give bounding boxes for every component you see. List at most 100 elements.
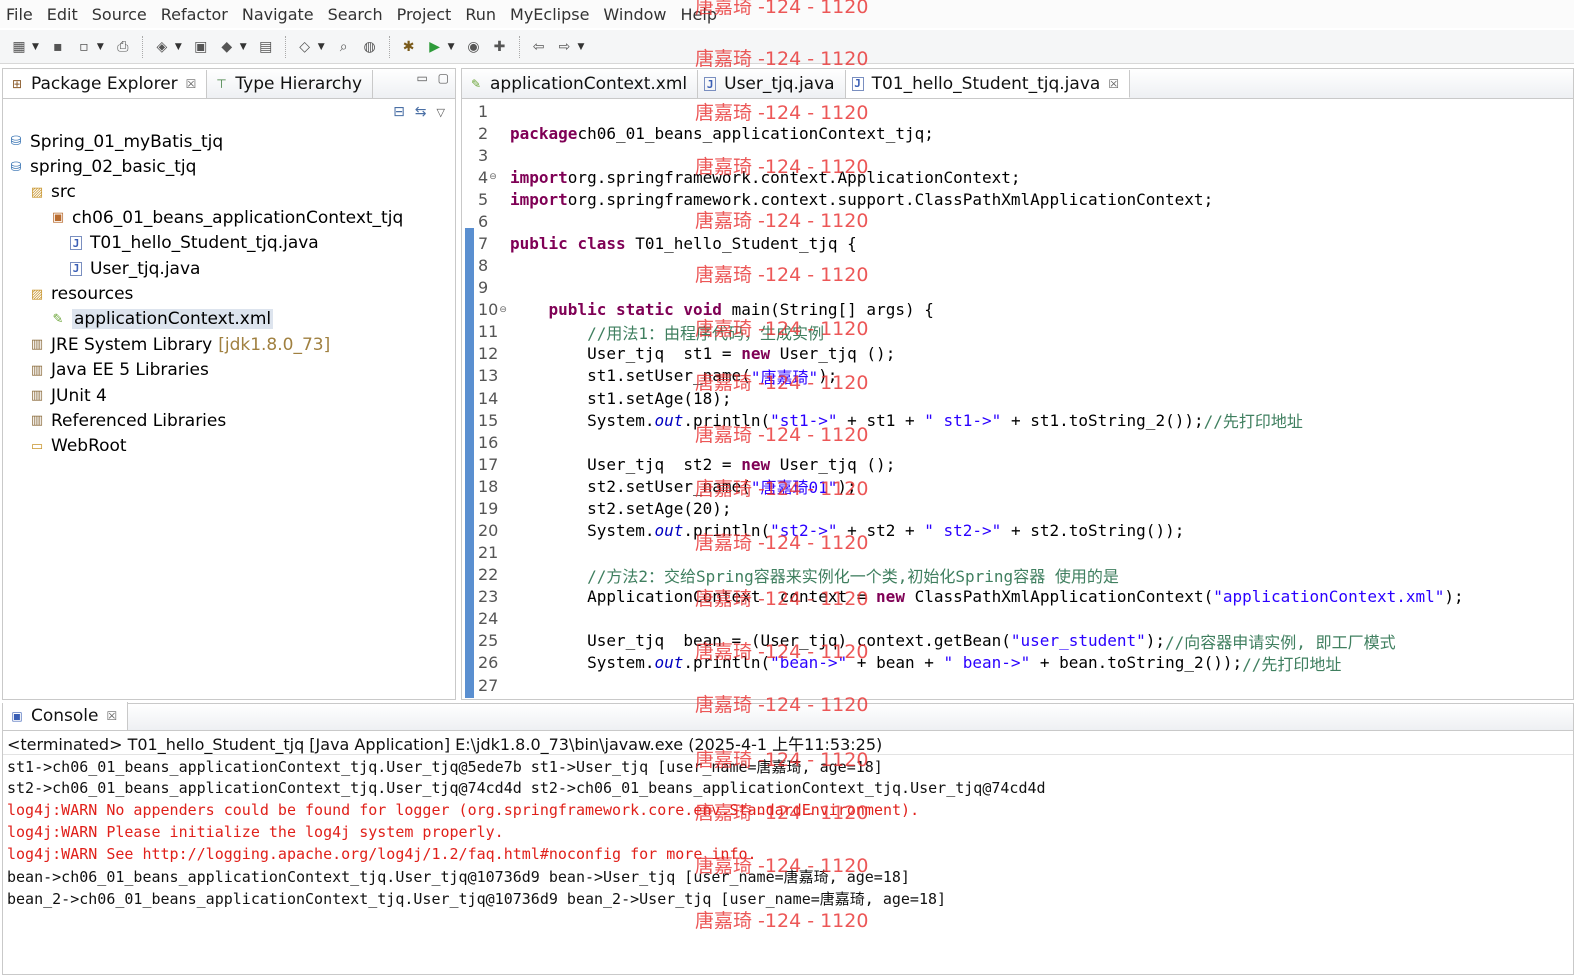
tree-item[interactable]: J User_tjq.java [3,256,455,281]
dropdown-arrow-icon[interactable]: ▼ [448,42,455,52]
tree-item[interactable]: ▨ src [3,180,455,205]
line-number: 1 [476,100,510,122]
tree-item[interactable]: ▨ resources [3,281,455,306]
tree-item[interactable]: ⛁ Spring_01_myBatis_tjq [3,129,455,154]
new-icon[interactable]: ▦ [9,37,29,57]
close-icon[interactable]: ☒ [186,77,197,91]
line-number-text: 8 [478,256,489,276]
console-line: st1->ch06_01_beans_applicationContext_tj… [7,757,883,776]
run-icon[interactable]: ▶ [425,37,445,57]
tree-item[interactable]: ✎ applicationContext.xml [3,307,455,332]
tree-item[interactable]: ▥ JRE System Library [jdk1.8.0_73] [3,332,455,357]
tab-package-explorer[interactable]: ⊞ Package Explorer ☒ [3,70,208,98]
folder-icon: ▭ [30,438,44,454]
line-number: 5 [476,188,510,210]
save-all-icon[interactable]: ▫ [74,37,94,57]
line-number-text: 22 [478,565,499,585]
code-area[interactable]: 1 2 3 4 ⊖ 5 6 7 8 9 10 ⊖ 11 12 13 14 15 16 17 18 19 20 21 22 23 2… [462,100,1573,699]
tree-item[interactable]: ▥ Referenced Libraries [3,408,455,433]
close-icon[interactable]: ☒ [1108,77,1119,91]
dropdown-arrow-icon[interactable]: ▼ [578,42,585,52]
code-line: ApplicationContext context = new ClassPa… [510,586,1573,608]
line-number: 14 [476,387,510,409]
menu-bar: File Edit Source Refactor Navigate Search Proj… [0,0,1574,28]
keyword: new [876,587,905,607]
package-icon[interactable]: ▣ [191,37,211,57]
console-output[interactable]: st1->ch06_01_beans_applicationContext_tj… [3,755,1573,909]
tab-label: Console [31,706,99,726]
tab-console[interactable]: ▣ Console ☒ [3,702,129,730]
server-icon[interactable]: ▤ [256,37,276,57]
code-token: org.springframework.context.ApplicationC… [567,167,1021,187]
keyword: class [577,234,626,253]
fold-toggle-icon[interactable]: ⊖ [489,172,497,182]
menu-window[interactable]: Window [603,5,666,24]
menu-project[interactable]: Project [397,5,452,24]
menu-search[interactable]: Search [328,5,383,24]
search-icon[interactable]: ⌕ [334,37,354,57]
line-number: 25 [476,630,510,652]
project-tree: ⛁ Spring_01_myBatis_tjq ⛁ spring_02_basic_t… [3,125,455,459]
dropdown-arrow-icon[interactable]: ▼ [175,42,182,52]
menu-navigate[interactable]: Navigate [242,5,314,24]
menu-source[interactable]: Source [92,5,147,24]
print-icon[interactable]: ⎙ [113,37,133,57]
menu-edit[interactable]: Edit [47,5,78,24]
external-tools-icon[interactable]: ✚ [490,37,510,57]
open-type-icon[interactable]: ◇ [295,37,315,57]
deploy-icon[interactable]: ◆ [217,37,237,57]
collapse-all-icon[interactable]: ⊟ [393,104,405,120]
dropdown-arrow-icon[interactable]: ▼ [240,42,247,52]
forward-icon[interactable]: ⇨ [555,37,575,57]
tab-type-hierarchy[interactable]: ⊤ Type Hierarchy [207,70,374,98]
tree-item[interactable]: ⛁ spring_02_basic_tjq [3,154,455,179]
tree-item[interactable]: ▣ ch06_01_beans_applicationContext_tjq [3,205,455,230]
debug-icon[interactable]: ✱ [399,37,419,57]
editor-tab[interactable]: ✎ applicationContext.xml [462,70,699,98]
maximize-view-icon[interactable]: ▢ [438,71,449,85]
line-number-text: 19 [478,498,499,518]
menu-run[interactable]: Run [465,5,496,24]
back-icon[interactable]: ⇦ [529,37,549,57]
code-token: ApplicationContext context = [510,587,877,607]
code-editor: ✎ applicationContext.xml J User_tjq.java J T0… [461,68,1574,700]
dropdown-arrow-icon[interactable]: ▼ [97,42,104,52]
fold-toggle-icon[interactable]: ⊖ [499,305,507,315]
save-icon[interactable]: ▪ [48,37,68,57]
editor-tab[interactable]: J T01_hello_Student_tjq.java ☒ [845,70,1131,98]
line-number-text: 20 [478,521,499,541]
open-perspective-icon[interactable]: ◍ [360,37,380,57]
editor-tab[interactable]: J User_tjq.java [698,70,846,98]
menu-myeclipse[interactable]: MyEclipse [510,5,589,24]
code-text[interactable]: package ch06_01_beans_applicationContext_… [510,100,1573,699]
dropdown-arrow-icon[interactable]: ▼ [32,42,39,52]
console-tabstrip: ▣ Console ☒ [3,702,1573,731]
keyword: new [741,344,771,364]
tree-item-label: src [51,182,76,203]
comment: //先打印地址 [1203,412,1303,432]
tree-item[interactable]: ▥ Java EE 5 Libraries [3,358,455,383]
new-web-project-icon[interactable]: ◈ [152,37,172,57]
menu-file[interactable]: File [6,5,33,24]
link-with-editor-icon[interactable]: ⇆ [415,104,427,120]
coverage-icon[interactable]: ◉ [464,37,484,57]
menu-help[interactable]: Help [681,5,717,24]
view-menu-icon[interactable]: ▽ [437,106,445,119]
static-field: out [654,653,684,673]
close-icon[interactable]: ☒ [107,709,118,723]
code-line: import org.springframework.context.suppor… [510,188,1573,210]
tree-item-label: JUnit 4 [51,385,107,406]
tree-item[interactable]: J T01_hello_Student_tjq.java [3,231,455,256]
line-number-text: 24 [478,609,499,629]
dropdown-arrow-icon[interactable]: ▼ [318,42,325,52]
code-line: //用法1：由程序代码，生成实例 [510,321,1573,343]
menu-refactor[interactable]: Refactor [161,5,228,24]
tree-item[interactable]: ▥ JUnit 4 [3,383,455,408]
code-line: System. out .println("bean->" + bean + " b… [510,652,1573,674]
minimize-view-icon[interactable]: ▭ [416,71,427,85]
tree-item[interactable]: ▭ WebRoot [3,434,455,459]
